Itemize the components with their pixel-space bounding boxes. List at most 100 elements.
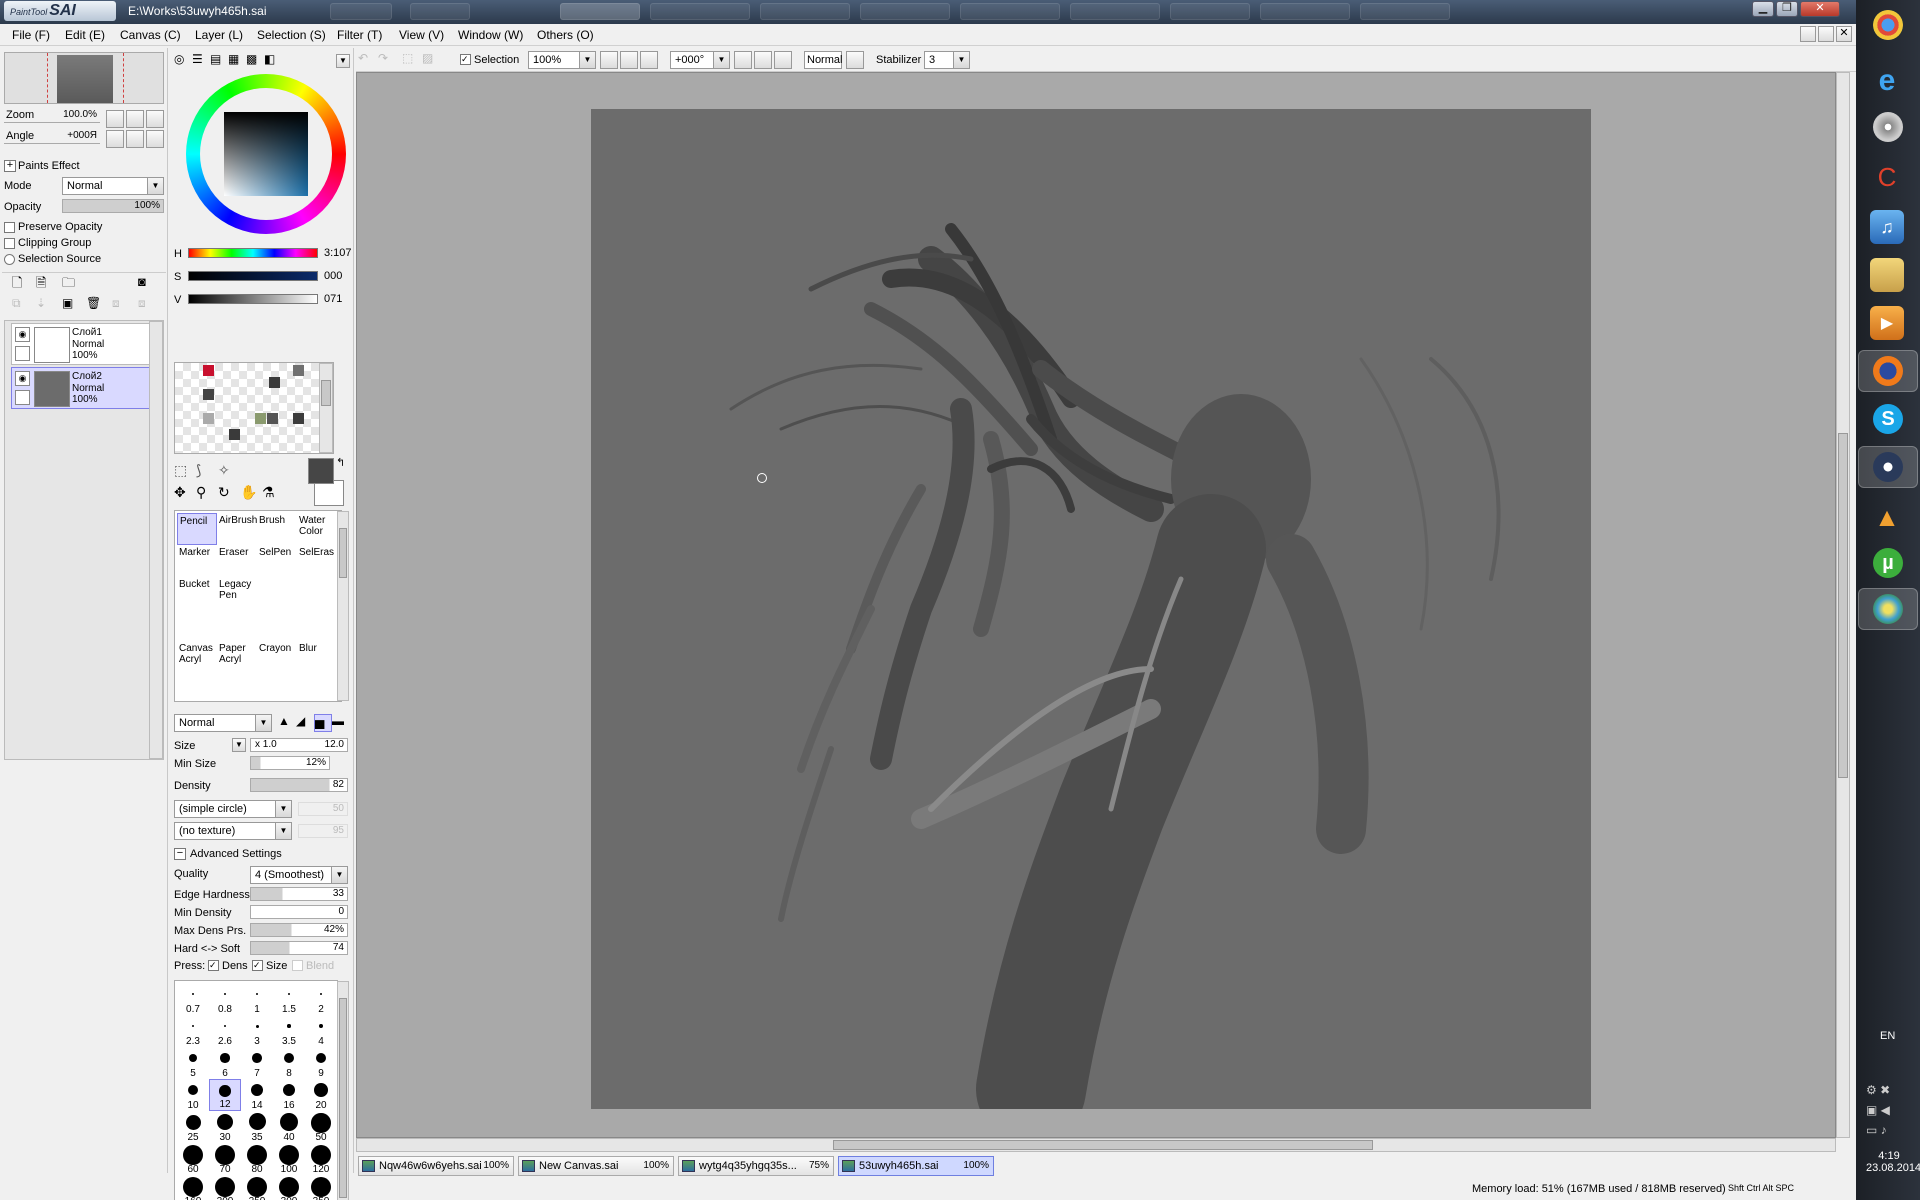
hard-soft-slider[interactable]: 74 bbox=[250, 941, 348, 955]
brush-size-preset[interactable]: 6 bbox=[209, 1047, 241, 1079]
tool-watercolor[interactable]: Water Color bbox=[297, 513, 337, 545]
angle-slider[interactable]: +000Я bbox=[4, 130, 100, 144]
swatch[interactable] bbox=[203, 413, 214, 424]
tool-seleras[interactable]: SelEras bbox=[297, 545, 337, 577]
tray-icons[interactable]: ⚙ ✖ ▣ ◀ ▭ ♪ bbox=[1866, 1080, 1910, 1140]
tool-bucket[interactable]: Bucket bbox=[177, 577, 217, 609]
brush-size-preset[interactable]: 50 bbox=[305, 1111, 337, 1143]
navigator-thumbnail[interactable] bbox=[4, 52, 164, 104]
scroll-thumb[interactable] bbox=[321, 380, 331, 406]
lock-toggle[interactable] bbox=[15, 346, 30, 361]
media-player-icon[interactable] bbox=[1873, 112, 1903, 142]
swatch[interactable] bbox=[229, 429, 240, 440]
brush-size-preset[interactable]: 20 bbox=[305, 1079, 337, 1111]
quality-select[interactable]: 4 (Smoothest) ▼ bbox=[250, 866, 348, 884]
press-dens-checkbox[interactable]: ✓ bbox=[208, 960, 219, 971]
tool-selpen[interactable]: SelPen bbox=[257, 545, 297, 577]
eye-icon[interactable]: ◉ bbox=[15, 327, 30, 342]
foreground-color-swatch[interactable] bbox=[308, 458, 334, 484]
brush-size-preset[interactable]: 0.7 bbox=[177, 983, 209, 1015]
delete-layer-icon[interactable]: 🗑 bbox=[86, 296, 104, 314]
clear-layer-icon[interactable]: ▣ bbox=[62, 296, 80, 314]
brush-size-preset[interactable]: 35 bbox=[241, 1111, 273, 1143]
mdi-close-button[interactable]: ✕ bbox=[1836, 26, 1852, 42]
utorrent-icon[interactable]: µ bbox=[1873, 548, 1903, 578]
brush-size-preset[interactable]: 2.3 bbox=[177, 1015, 209, 1047]
brush-size-preset[interactable]: 7 bbox=[241, 1047, 273, 1079]
brush-size-preset[interactable]: 5 bbox=[177, 1047, 209, 1079]
density-slider[interactable]: 82 bbox=[250, 778, 348, 792]
brush-size-preset[interactable]: 8 bbox=[273, 1047, 305, 1079]
music-icon[interactable]: ♫ bbox=[1870, 210, 1904, 244]
size-slider[interactable]: x 1.0 12.0 bbox=[250, 738, 348, 752]
layer-item[interactable]: ◉ Слой2 Normal 100% bbox=[11, 367, 153, 409]
tool-crayon[interactable]: Crayon bbox=[257, 641, 297, 673]
preserve-opacity-checkbox[interactable] bbox=[4, 222, 15, 233]
swatch[interactable] bbox=[269, 377, 280, 388]
tool-paper-acryl[interactable]: Paper Acryl bbox=[217, 641, 257, 673]
clipping-group-checkbox[interactable] bbox=[4, 238, 15, 249]
brush-size-preset[interactable]: 160 bbox=[177, 1175, 209, 1200]
skype-icon[interactable]: S bbox=[1873, 404, 1903, 434]
menu-selection[interactable]: Selection (S) bbox=[257, 28, 326, 42]
menu-others[interactable]: Others (O) bbox=[537, 28, 594, 42]
color-wheel[interactable] bbox=[186, 74, 346, 234]
value-slider[interactable] bbox=[188, 294, 318, 304]
swatch[interactable] bbox=[293, 365, 304, 376]
steam-icon[interactable] bbox=[1858, 446, 1918, 488]
menu-filter[interactable]: Filter (T) bbox=[337, 28, 382, 42]
brush-size-preset[interactable]: 120 bbox=[305, 1143, 337, 1175]
swatch[interactable] bbox=[293, 413, 304, 424]
brush-size-preset[interactable]: 60 bbox=[177, 1143, 209, 1175]
menu-layer[interactable]: Layer (L) bbox=[195, 28, 243, 42]
layer-mode-select[interactable]: Normal ▼ bbox=[62, 177, 164, 195]
brush-size-preset[interactable]: 3 bbox=[241, 1015, 273, 1047]
brush-size-preset[interactable]: 25 bbox=[177, 1111, 209, 1143]
invert-selection-icon[interactable]: ▨ bbox=[422, 51, 440, 69]
drawing-canvas[interactable] bbox=[591, 109, 1591, 1144]
restore-button[interactable]: ❐ bbox=[1776, 1, 1798, 17]
brush-size-preset[interactable]: 40 bbox=[273, 1111, 305, 1143]
brush-size-preset[interactable]: 0.8 bbox=[209, 983, 241, 1015]
brush-blend-mode-select[interactable]: Normal ▼ bbox=[174, 714, 272, 732]
stabilizer-select[interactable]: 3 ▼ bbox=[924, 51, 970, 69]
menu-canvas[interactable]: Canvas (C) bbox=[120, 28, 181, 42]
rotate-left-button[interactable] bbox=[106, 130, 124, 148]
doc-tab[interactable]: Nqw46w6w6yehs.sai 100% bbox=[358, 1156, 514, 1176]
canvas-vertical-scrollbar[interactable] bbox=[1836, 72, 1850, 1138]
lasso-icon[interactable]: ⟆ bbox=[196, 462, 214, 480]
view-mode-select[interactable]: Normal bbox=[804, 51, 842, 69]
flip-horizontal-button[interactable] bbox=[846, 51, 864, 69]
saturation-slider[interactable] bbox=[188, 271, 318, 281]
min-size-slider[interactable]: 12% bbox=[250, 756, 330, 770]
hsv-slider-mode-icon[interactable]: ▤ bbox=[210, 52, 228, 70]
scroll-thumb[interactable] bbox=[1838, 433, 1848, 778]
color-mixer-mode-icon[interactable]: ▦ bbox=[228, 52, 246, 70]
brush-shape-select[interactable]: (simple circle) ▼ bbox=[174, 800, 292, 818]
merge-visible-icon[interactable]: ⧈ bbox=[138, 296, 156, 314]
menu-file[interactable]: File (F) bbox=[12, 28, 50, 42]
canvas-viewport[interactable] bbox=[356, 72, 1836, 1144]
tool-airbrush[interactable]: AirBrush bbox=[217, 513, 257, 545]
advanced-settings-collapse-icon[interactable]: − bbox=[174, 848, 186, 860]
min-density-slider[interactable]: 0 bbox=[250, 905, 348, 919]
tool-canvas-acryl[interactable]: Canvas Acryl bbox=[177, 641, 217, 673]
brush-size-preset[interactable]: 70 bbox=[209, 1143, 241, 1175]
edge-hardness-slider[interactable]: 33 bbox=[250, 887, 348, 901]
language-indicator[interactable]: EN bbox=[1880, 1030, 1895, 1042]
canvas-zoom-out-button[interactable] bbox=[600, 51, 618, 69]
brush-size-preset[interactable]: 9 bbox=[305, 1047, 337, 1079]
move-icon[interactable]: ✥ bbox=[174, 484, 192, 502]
brush-size-preset[interactable]: 1.5 bbox=[273, 983, 305, 1015]
swatch[interactable] bbox=[203, 365, 214, 376]
size-multiplier-dropdown[interactable]: ▼ bbox=[232, 738, 246, 752]
layer-list-scrollbar[interactable] bbox=[149, 321, 163, 759]
brush-size-preset[interactable]: 2.6 bbox=[209, 1015, 241, 1047]
canvas-horizontal-scrollbar[interactable] bbox=[356, 1138, 1836, 1152]
brush-size-preset[interactable]: 100 bbox=[273, 1143, 305, 1175]
doc-tab-active[interactable]: 53uwyh465h.sai 100% bbox=[838, 1156, 994, 1176]
brush-size-preset[interactable]: 350 bbox=[305, 1175, 337, 1200]
scroll-thumb[interactable] bbox=[339, 998, 347, 1198]
selection-source-checkbox[interactable] bbox=[4, 254, 15, 265]
firefox-icon[interactable] bbox=[1858, 350, 1918, 392]
